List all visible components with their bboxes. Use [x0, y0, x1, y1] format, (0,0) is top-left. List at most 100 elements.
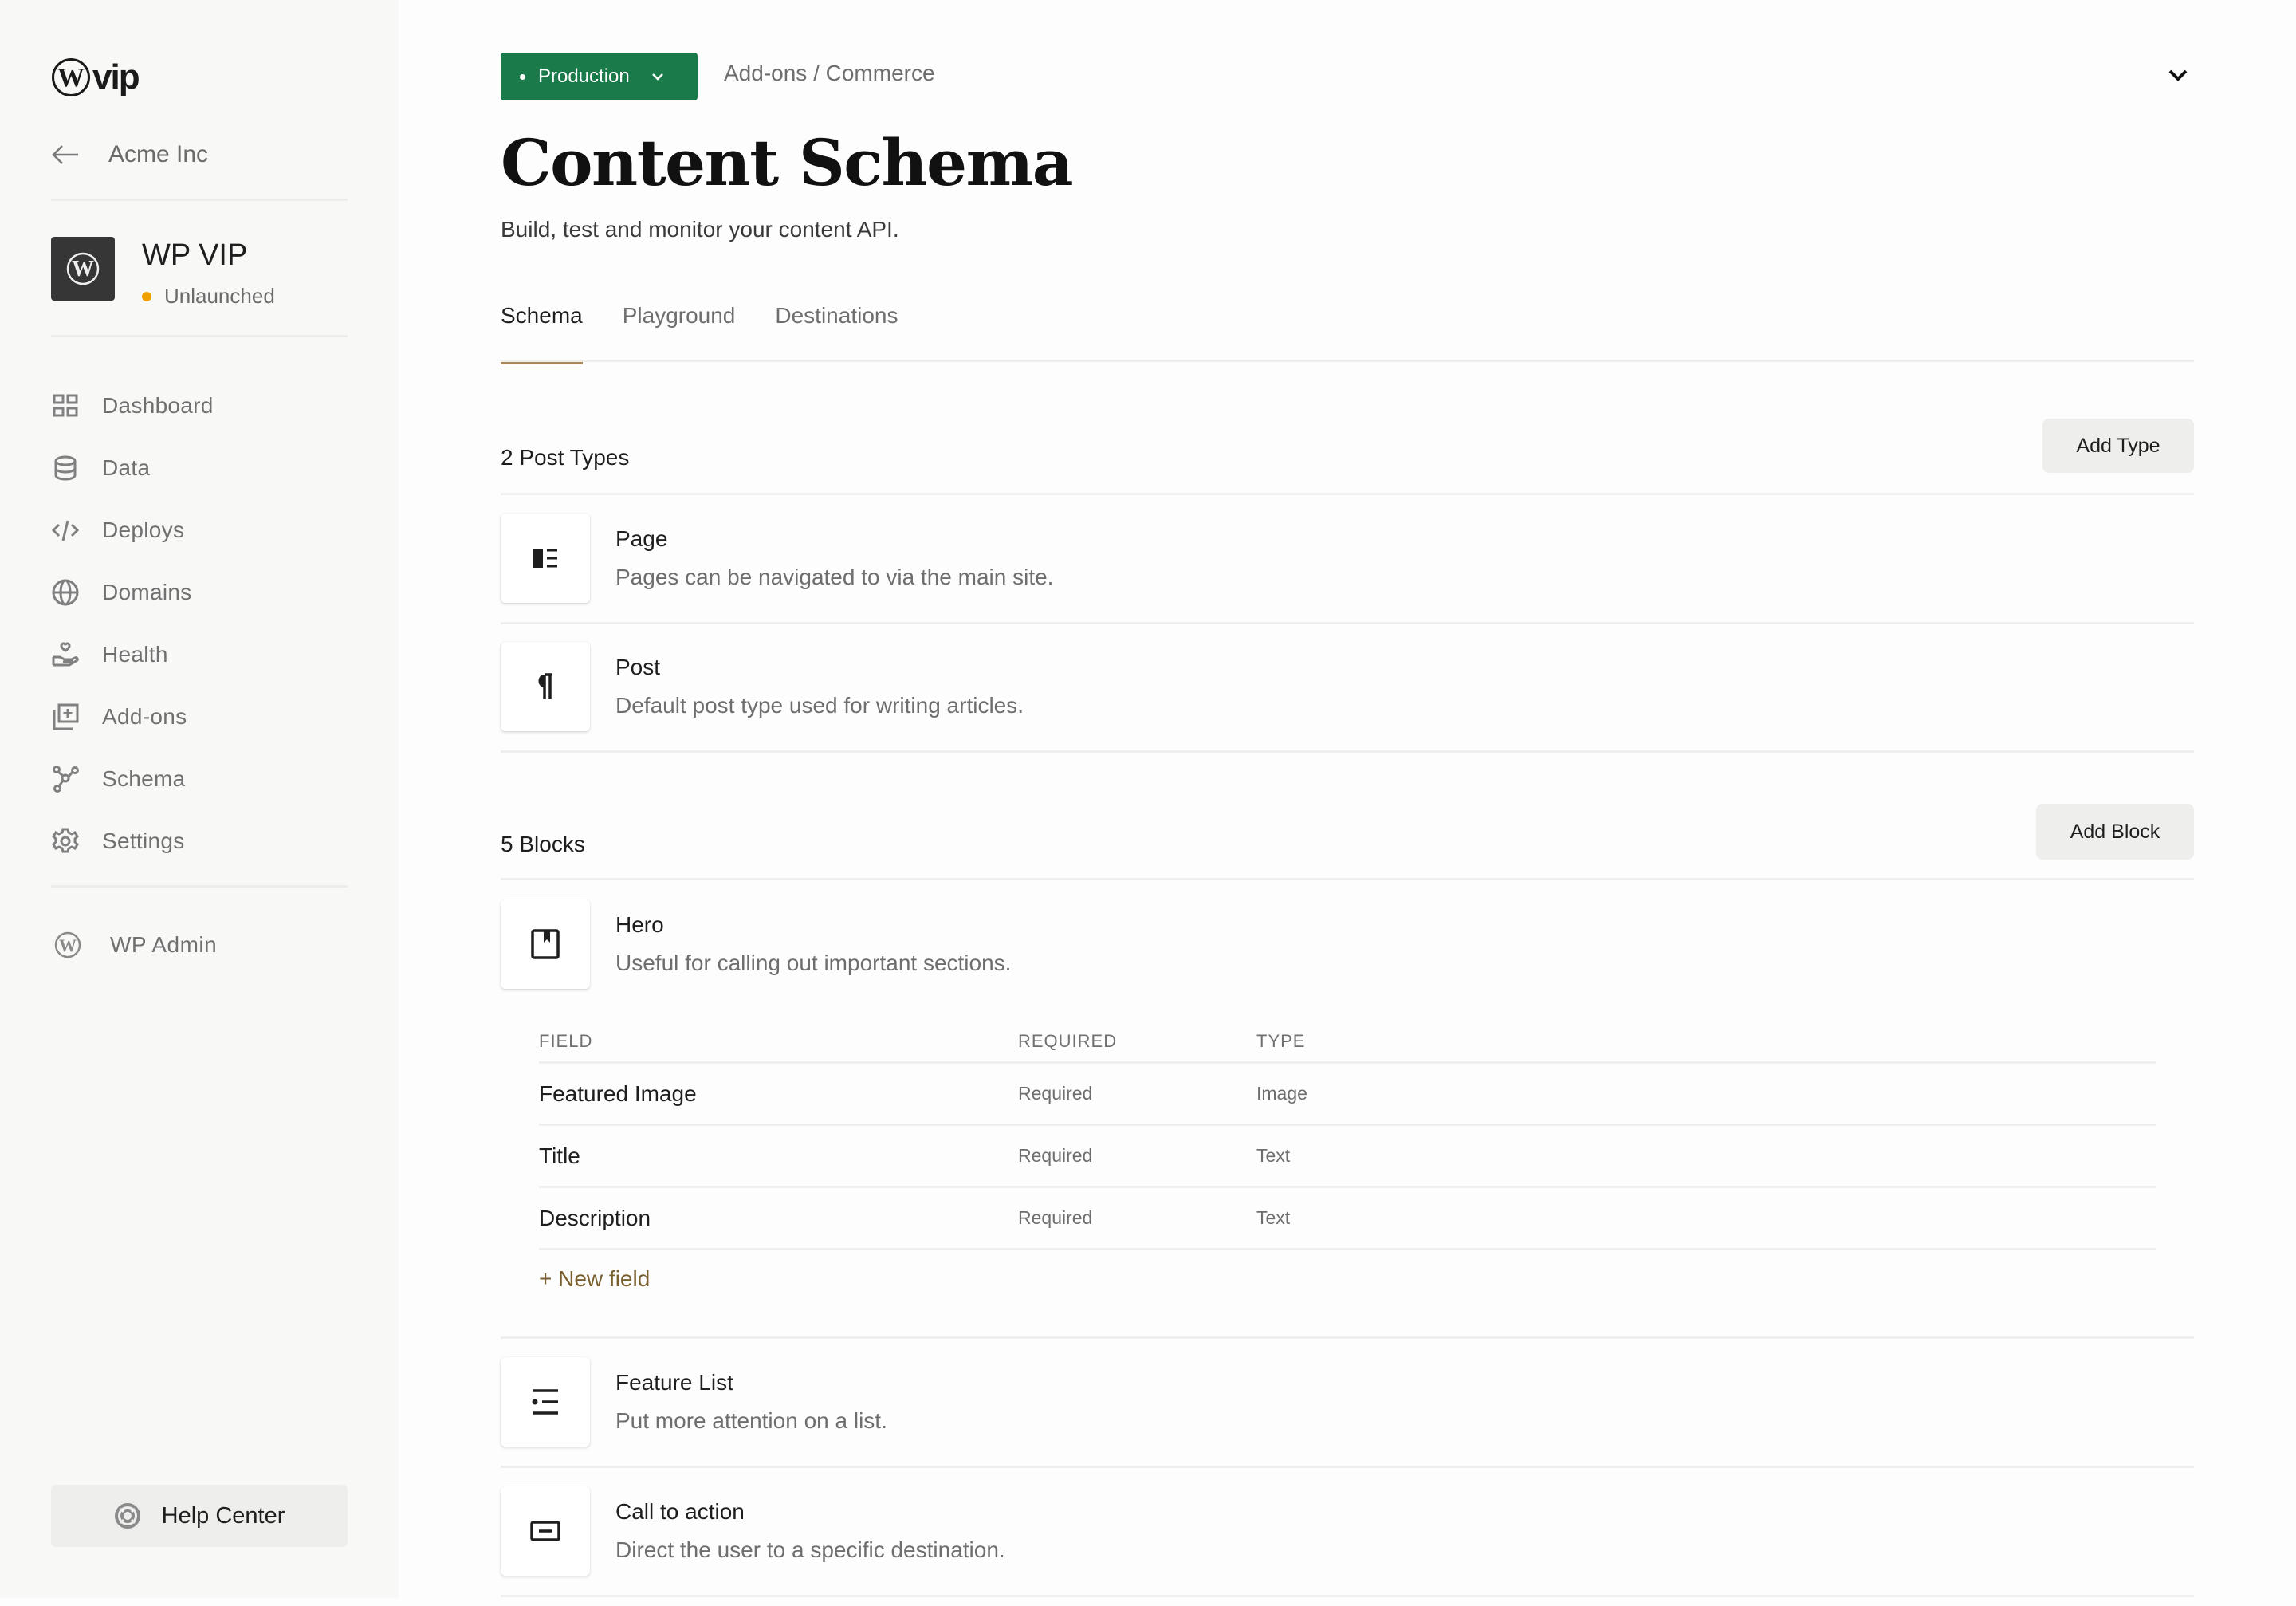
site-avatar: W — [51, 237, 115, 301]
sidebar: W vip Acme Inc W WP VIP Unlaunched Dashb… — [0, 0, 399, 1598]
divider — [501, 1336, 2194, 1339]
post-type-description: Pages can be navigated to via the main s… — [615, 565, 1054, 589]
field-type: Text — [1256, 1207, 1291, 1228]
help-center-label: Help Center — [161, 1502, 285, 1529]
add-type-button[interactable]: Add Type — [2042, 419, 2194, 473]
divider — [51, 885, 348, 888]
page-subtitle: Build, test and monitor your content API… — [501, 217, 899, 242]
tab-playground[interactable]: Playground — [623, 303, 736, 362]
nav-label: Add-ons — [102, 704, 187, 729]
sidebar-item-health[interactable]: Health — [51, 624, 214, 686]
divider — [501, 622, 2194, 624]
table-row[interactable]: Featured Image Required Image — [539, 1064, 2156, 1126]
field-name: Description — [539, 1205, 651, 1230]
chevron-down-icon[interactable] — [2167, 67, 2189, 83]
block-name: Hero — [615, 912, 664, 937]
sidebar-item-domains[interactable]: Domains — [51, 561, 214, 624]
nav-label: Data — [102, 455, 151, 480]
wordpress-icon: W — [66, 252, 100, 285]
grid-icon — [51, 392, 80, 420]
sidebar-item-deploys[interactable]: Deploys — [51, 499, 214, 561]
divider — [501, 1466, 2194, 1468]
post-type-row-post[interactable]: Post Default post type used for writing … — [501, 642, 2194, 731]
column-header-field: FIELD — [539, 1030, 593, 1051]
bookmark-card-icon — [501, 899, 590, 989]
sidebar-item-add-ons[interactable]: Add-ons — [51, 686, 214, 748]
divider — [501, 1595, 2194, 1597]
pilcrow-icon — [501, 642, 590, 731]
site-name: WP VIP — [142, 238, 248, 272]
site-card[interactable]: W WP VIP Unlaunched — [51, 237, 275, 309]
field-required: Required — [1018, 1207, 1093, 1228]
environment-selector[interactable]: Production — [501, 53, 698, 100]
breadcrumb[interactable]: Add-ons / Commerce — [724, 61, 935, 86]
environment-dot — [520, 73, 525, 80]
post-types-heading: 2 Post Types — [501, 445, 630, 470]
post-type-description: Default post type used for writing artic… — [615, 693, 1024, 718]
tab-bar: Schema Playground Destinations — [501, 303, 2194, 364]
wordpress-logo-icon: W — [52, 58, 90, 96]
post-type-name: Page — [615, 526, 668, 551]
field-name: Featured Image — [539, 1081, 697, 1106]
main-content: Production Add-ons / Commerce Content Sc… — [501, 0, 2194, 1606]
nav-label: Domains — [102, 580, 192, 604]
tab-destinations[interactable]: Destinations — [775, 303, 898, 362]
wp-admin-label: WP Admin — [110, 932, 218, 957]
block-row-hero[interactable]: Hero Useful for calling out important se… — [501, 899, 2194, 989]
wp-admin-link[interactable]: W WP Admin — [54, 927, 217, 963]
wpvip-logo[interactable]: W vip — [51, 57, 140, 97]
back-to-org-link[interactable]: Acme Inc — [51, 137, 208, 172]
tab-schema[interactable]: Schema — [501, 303, 583, 364]
button-icon — [501, 1486, 590, 1576]
divider — [51, 199, 348, 201]
environment-label: Production — [538, 65, 630, 87]
block-description: Put more attention on a list. — [615, 1408, 887, 1433]
site-status-label: Unlaunched — [164, 284, 275, 308]
field-name: Title — [539, 1143, 580, 1168]
blocks-header: 5 Blocks Add Block — [501, 804, 2194, 860]
globe-icon — [51, 578, 80, 607]
block-row-feature-list[interactable]: Feature List Put more attention on a lis… — [501, 1357, 2194, 1447]
divider — [51, 335, 348, 337]
nodes-icon — [51, 765, 80, 793]
gear-icon — [51, 827, 80, 856]
help-center-button[interactable]: Help Center — [51, 1485, 348, 1547]
nav-label: Dashboard — [102, 393, 214, 418]
nav-label: Deploys — [102, 518, 185, 542]
table-header: FIELD REQUIRED TYPE — [539, 1021, 2156, 1064]
nav-label: Schema — [102, 766, 186, 791]
chevron-down-icon — [651, 73, 663, 81]
sidebar-item-dashboard[interactable]: Dashboard — [51, 375, 214, 437]
table-row[interactable]: Description Required Text — [539, 1188, 2156, 1250]
post-type-row-page[interactable]: Page Pages can be navigated to via the m… — [501, 514, 2194, 603]
svg-text:W: W — [59, 935, 77, 955]
org-name: Acme Inc — [108, 141, 209, 167]
divider — [501, 878, 2194, 880]
nav-label: Health — [102, 642, 168, 667]
block-row-call-to-action[interactable]: Call to action Direct the user to a spec… — [501, 1486, 2194, 1576]
page-title: Content Schema — [501, 125, 1074, 200]
hero-fields-table: FIELD REQUIRED TYPE Featured Image Requi… — [539, 1021, 2156, 1250]
arrow-left-icon — [52, 145, 78, 164]
sidebar-item-settings[interactable]: Settings — [51, 810, 214, 872]
table-row[interactable]: Title Required Text — [539, 1126, 2156, 1188]
lifebuoy-icon — [114, 1503, 140, 1529]
block-name: Feature List — [615, 1370, 733, 1395]
block-description: Direct the user to a specific destinatio… — [615, 1537, 1005, 1562]
page-layout-icon — [501, 514, 590, 603]
new-field-button[interactable]: + New field — [539, 1266, 650, 1292]
svg-text:W: W — [57, 63, 85, 93]
field-required: Required — [1018, 1083, 1093, 1104]
add-block-button[interactable]: Add Block — [2036, 804, 2194, 860]
svg-text:W: W — [72, 257, 94, 281]
code-icon — [51, 516, 80, 545]
site-status: Unlaunched — [142, 284, 275, 309]
sidebar-item-data[interactable]: Data — [51, 437, 214, 499]
status-dot — [142, 291, 151, 301]
wordpress-icon: W — [54, 931, 81, 958]
field-required: Required — [1018, 1145, 1093, 1166]
block-name: Call to action — [615, 1499, 745, 1524]
sidebar-item-schema[interactable]: Schema — [51, 748, 214, 810]
block-description: Useful for calling out important section… — [615, 951, 1012, 975]
divider — [501, 750, 2194, 753]
